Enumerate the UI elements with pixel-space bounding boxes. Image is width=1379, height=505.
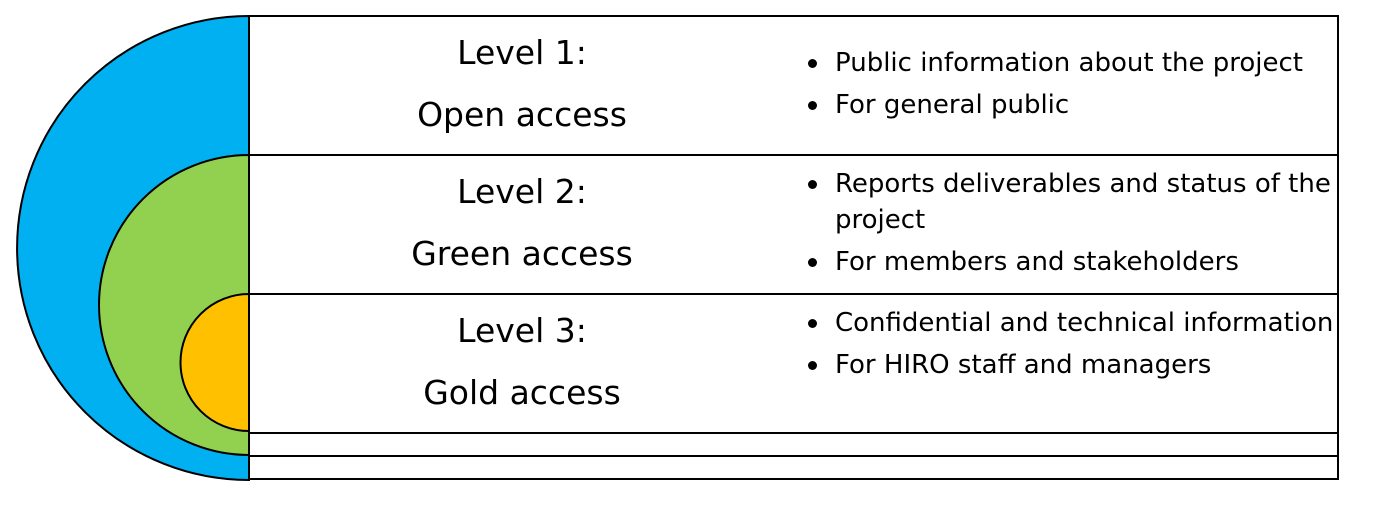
level-2-bullet-list: Reports deliverables and status of the p… — [806, 166, 1336, 286]
level-3-title: Level 3: Gold access — [252, 300, 792, 424]
list-item: Reports deliverables and status of the p… — [806, 166, 1336, 238]
level-1-label: Level 1: — [457, 33, 587, 72]
level-3-bullet-list: Confidential and technical information F… — [806, 305, 1336, 389]
level-1-title: Level 1: Open access — [252, 22, 792, 146]
level-3-access-name: Gold access — [423, 373, 621, 412]
list-item: For general public — [806, 87, 1336, 123]
list-item: Confidential and technical information — [806, 305, 1336, 341]
level-3-label: Level 3: — [457, 311, 587, 350]
level-2-label: Level 2: — [457, 172, 587, 211]
list-item: For HIRO staff and managers — [806, 347, 1336, 383]
level-1-access-name: Open access — [417, 95, 627, 134]
list-item: Public information about the project — [806, 45, 1336, 81]
level-2-title: Level 2: Green access — [252, 161, 792, 285]
level-2-access-name: Green access — [411, 234, 633, 273]
list-item: For members and stakeholders — [806, 244, 1336, 280]
level-1-bullet-list: Public information about the project For… — [806, 45, 1336, 129]
